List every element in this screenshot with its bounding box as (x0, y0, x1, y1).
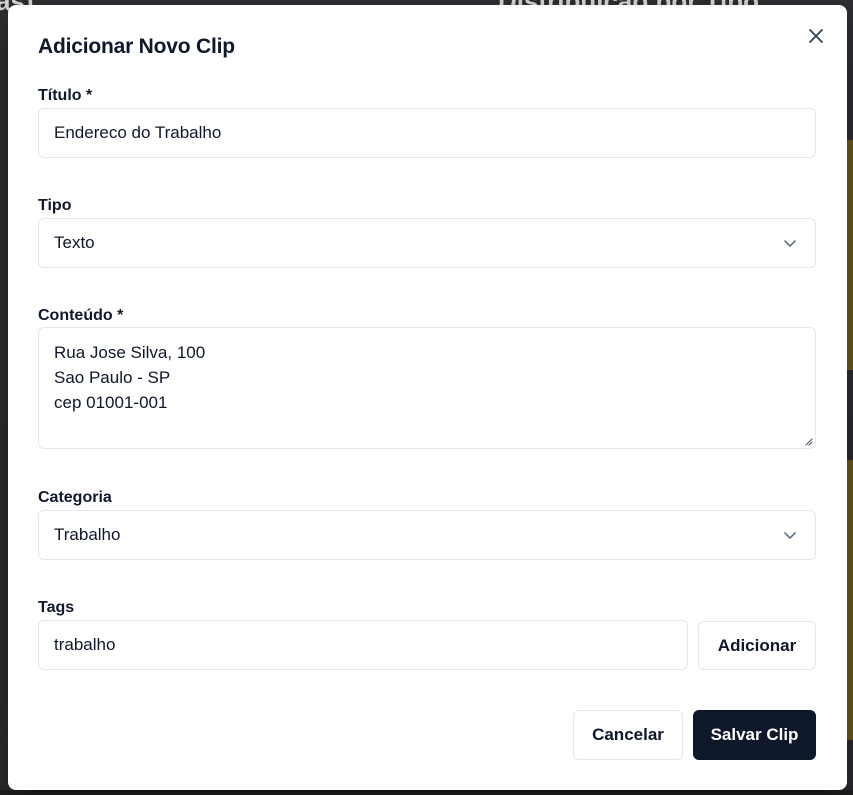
resize-handle-icon[interactable] (803, 436, 813, 446)
chevron-down-icon (784, 532, 796, 539)
background-strip (0, 790, 853, 795)
title-label: Título * (38, 87, 93, 104)
category-select[interactable]: Trabalho (38, 510, 816, 560)
chevron-down-icon (784, 240, 796, 247)
type-label: Tipo (38, 197, 72, 214)
tags-label: Tags (38, 599, 75, 616)
add-tag-button[interactable]: Adicionar (698, 621, 816, 670)
content-line: Rua Jose Silva, 100 (54, 343, 206, 362)
background-accent (847, 140, 853, 370)
tags-input-value: trabalho (54, 635, 116, 654)
title-input[interactable]: Endereco do Trabalho (38, 108, 816, 158)
save-clip-button[interactable]: Salvar Clip (693, 710, 816, 760)
cancel-button[interactable]: Cancelar (573, 710, 683, 760)
content-textarea[interactable]: Rua Jose Silva, 100 Sao Paulo - SP cep 0… (38, 327, 816, 449)
category-label: Categoria (38, 489, 112, 506)
content-line: Sao Paulo - SP (54, 368, 171, 387)
type-select[interactable]: Texto (38, 218, 816, 268)
close-button[interactable] (805, 25, 827, 47)
category-select-value: Trabalho (54, 525, 121, 544)
background-accent (847, 460, 853, 740)
type-select-value: Texto (54, 233, 95, 252)
content-label: Conteúdo * (38, 307, 124, 324)
tags-input[interactable]: trabalho (38, 620, 688, 670)
content-line: cep 01001-001 (54, 393, 168, 412)
title-input-value: Endereco do Trabalho (54, 123, 222, 142)
close-icon (809, 29, 823, 43)
dialog-title: Adicionar Novo Clip (38, 35, 235, 58)
add-clip-dialog: Adicionar Novo Clip Título * Endereco do… (8, 5, 847, 790)
